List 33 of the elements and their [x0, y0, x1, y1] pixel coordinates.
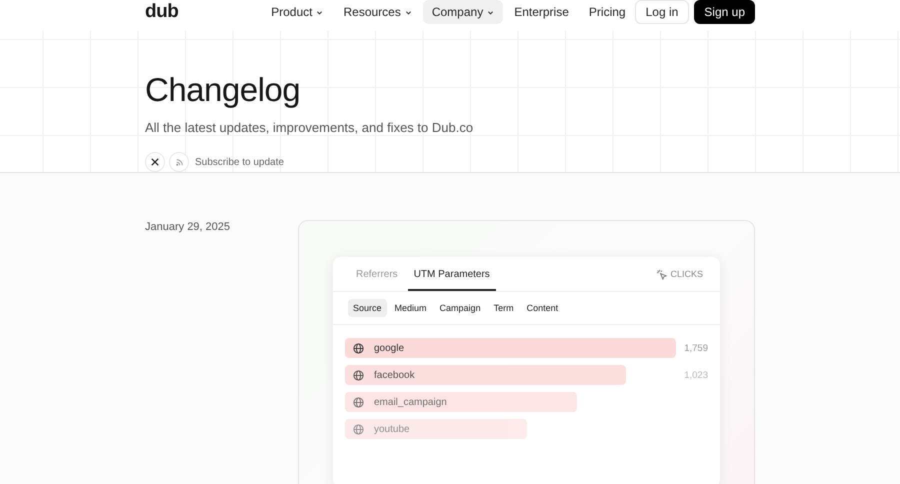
rss-icon: [176, 158, 182, 166]
nav-link[interactable]: Pricing: [580, 0, 635, 24]
globe-icon: [353, 396, 364, 408]
x-social-button[interactable]: [145, 152, 165, 172]
x-icon: [151, 158, 159, 166]
login-button[interactable]: Log in: [634, 0, 690, 24]
nav-link[interactable]: Company: [422, 0, 504, 24]
source-name: youtube: [374, 424, 410, 434]
source-name: google: [374, 342, 404, 354]
nav-link[interactable]: Resources: [334, 0, 421, 24]
source-name: facebook: [374, 370, 415, 380]
page-subtitle: All the latest updates, improvements, and fixes to Dub.co: [145, 120, 474, 135]
signup-button[interactable]: Sign up: [694, 0, 755, 24]
click-count: 1,759: [684, 342, 708, 354]
globe-icon: [353, 342, 364, 354]
filter-tab[interactable]: Content: [522, 299, 564, 317]
subscribe-text[interactable]: Subscribe to update: [195, 156, 284, 168]
metric-label: CLICKS: [670, 269, 703, 279]
nav-link[interactable]: Product: [262, 0, 332, 24]
filter-tab[interactable]: Term: [488, 299, 519, 317]
nav-link[interactable]: Enterprise: [505, 0, 578, 24]
globe-icon: [353, 424, 364, 434]
logo[interactable]: dub: [145, 1, 182, 23]
globe-icon: [353, 370, 364, 380]
filter-tab[interactable]: Campaign: [434, 299, 486, 317]
panel-tab[interactable]: UTM Parameters: [408, 257, 496, 291]
filter-tab[interactable]: Source: [348, 299, 387, 317]
source-name: email_campaign: [374, 396, 447, 408]
filter-tab[interactable]: Medium: [390, 299, 432, 317]
click-count: 1,023: [684, 370, 708, 380]
entry-date: January 29, 2025: [145, 221, 232, 235]
page-title: Changelog: [145, 71, 302, 109]
cursor-click-icon: [656, 268, 668, 280]
